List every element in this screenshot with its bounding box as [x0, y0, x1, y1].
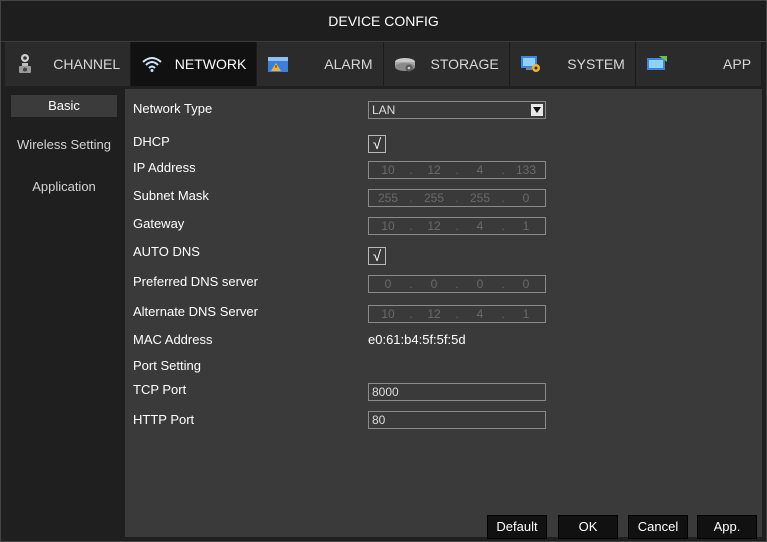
apply-button[interactable]: App.	[697, 515, 757, 539]
ip-octet: 10	[381, 163, 395, 177]
ip-octet: 12	[427, 219, 441, 233]
dhcp-label: DHCP	[133, 134, 170, 149]
tab-label: STORAGE	[430, 56, 499, 72]
wifi-icon	[139, 51, 165, 77]
ip-octet: 12	[427, 163, 441, 177]
preferred-dns-field[interactable]: 0. 0. 0. 0	[368, 275, 546, 293]
ip-separator: .	[409, 191, 413, 205]
network-type-select[interactable]: LAN	[368, 101, 546, 119]
gateway-field[interactable]: 10. 12. 4. 1	[368, 217, 546, 235]
ip-octet: 255	[377, 191, 399, 205]
tab-label: CHANNEL	[53, 56, 121, 72]
tab-app[interactable]: APP	[636, 42, 763, 86]
sidebar-item-wireless-setting[interactable]: Wireless Setting	[5, 131, 123, 159]
ip-octet: 4	[476, 307, 484, 321]
ip-octet: 1	[522, 307, 530, 321]
config-tabs: CHANNEL NETWORK ALARM STORAGE SYSTEM APP	[5, 42, 763, 86]
ip-separator: .	[409, 163, 413, 177]
mac-address-label: MAC Address	[133, 332, 213, 347]
default-button[interactable]: Default	[487, 515, 547, 539]
ip-octet: 255	[469, 191, 491, 205]
app-icon	[644, 51, 670, 77]
tab-storage[interactable]: STORAGE	[384, 42, 510, 86]
ip-separator: .	[501, 191, 505, 205]
ip-separator: .	[455, 219, 459, 233]
ip-address-label: IP Address	[133, 160, 196, 175]
ip-separator: .	[501, 219, 505, 233]
ip-octet: 133	[515, 163, 537, 177]
chevron-down-icon	[531, 104, 543, 116]
ok-button[interactable]: OK	[558, 515, 618, 539]
cancel-button[interactable]: Cancel	[628, 515, 688, 539]
dhcp-checkbox[interactable]: √	[368, 135, 386, 153]
system-icon	[518, 51, 544, 77]
tab-system[interactable]: SYSTEM	[510, 42, 636, 86]
ip-separator: .	[455, 163, 459, 177]
subnet-mask-label: Subnet Mask	[133, 188, 209, 203]
ip-octet: 0	[476, 277, 484, 291]
device-config-window: DEVICE CONFIG CHANNEL NETWORK ALARM STOR…	[0, 0, 767, 542]
ip-separator: .	[409, 277, 413, 291]
preferred-dns-label: Preferred DNS server	[133, 274, 258, 289]
ip-address-field[interactable]: 10. 12. 4. 133	[368, 161, 546, 179]
storage-icon	[392, 51, 418, 77]
alternate-dns-label: Alternate DNS Server	[133, 304, 258, 319]
ip-octet: 0	[522, 191, 530, 205]
ip-separator: .	[455, 191, 459, 205]
ip-separator: .	[455, 277, 459, 291]
ip-octet: 4	[476, 219, 484, 233]
http-port-field[interactable]: 80	[368, 411, 546, 429]
ip-octet: 12	[427, 307, 441, 321]
network-type-value: LAN	[372, 103, 396, 117]
network-basic-panel: Network Type LAN DHCP √ IP Address 10. 1…	[125, 89, 762, 539]
ip-separator: .	[501, 163, 505, 177]
window-title: DEVICE CONFIG	[1, 1, 766, 42]
ip-octet: 0	[522, 277, 530, 291]
tab-alarm[interactable]: ALARM	[257, 42, 384, 86]
alternate-dns-field[interactable]: 10. 12. 4. 1	[368, 305, 546, 323]
ip-octet: 10	[381, 219, 395, 233]
ip-separator: .	[409, 219, 413, 233]
tcp-port-label: TCP Port	[133, 382, 187, 397]
sidebar-item-application[interactable]: Application	[5, 173, 123, 201]
http-port-label: HTTP Port	[133, 412, 195, 427]
tab-network[interactable]: NETWORK	[131, 42, 258, 86]
ip-octet: 10	[381, 307, 395, 321]
tab-label: NETWORK	[174, 56, 247, 72]
checkmark-icon: √	[372, 247, 382, 265]
alarm-icon	[265, 51, 291, 77]
mac-address-value: e0:61:b4:5f:5f:5d	[368, 332, 466, 347]
tab-label: SYSTEM	[567, 56, 625, 72]
ip-separator: .	[501, 277, 505, 291]
ip-separator: .	[501, 307, 505, 321]
ip-octet: 255	[423, 191, 445, 205]
subnet-mask-field[interactable]: 255. 255. 255. 0	[368, 189, 546, 207]
gateway-label: Gateway	[133, 216, 185, 231]
tab-channel[interactable]: CHANNEL	[5, 42, 132, 86]
sidebar-item-basic[interactable]: Basic	[11, 95, 117, 117]
tcp-port-field[interactable]: 8000	[368, 383, 546, 401]
ip-separator: .	[455, 307, 459, 321]
camera-icon	[13, 51, 39, 77]
auto-dns-checkbox[interactable]: √	[368, 247, 386, 265]
ip-octet: 4	[476, 163, 484, 177]
auto-dns-label: AUTO DNS	[133, 244, 200, 259]
checkmark-icon: √	[372, 135, 382, 153]
port-setting-heading: Port Setting	[133, 358, 201, 373]
ip-octet: 0	[384, 277, 392, 291]
tab-label: ALARM	[324, 56, 373, 72]
network-type-label: Network Type	[133, 101, 213, 116]
ip-octet: 0	[430, 277, 438, 291]
tab-label: APP	[723, 56, 752, 72]
ip-octet: 1	[522, 219, 530, 233]
sidebar: Basic Wireless Setting Application	[5, 89, 123, 537]
ip-separator: .	[409, 307, 413, 321]
